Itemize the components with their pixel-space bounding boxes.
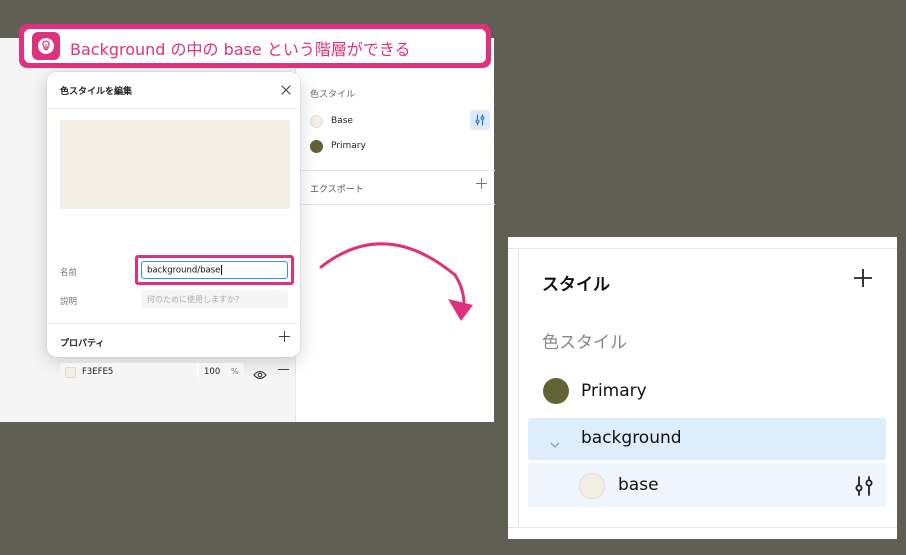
minus-icon[interactable] bbox=[278, 364, 289, 378]
base-swatch bbox=[310, 114, 323, 128]
divider bbox=[47, 108, 300, 109]
plus-icon[interactable] bbox=[852, 267, 874, 289]
callout-banner-inner: Background の中の base という階層ができる bbox=[24, 29, 486, 63]
color-preview bbox=[60, 120, 290, 209]
callout-banner: Background の中の base という階層ができる bbox=[19, 24, 491, 68]
close-icon[interactable] bbox=[279, 82, 293, 96]
divider bbox=[508, 248, 897, 249]
style-item-label: Primary bbox=[331, 141, 366, 151]
plus-icon[interactable] bbox=[279, 331, 290, 345]
callout-text: Background の中の base という階層ができる bbox=[70, 40, 411, 59]
separator bbox=[197, 363, 198, 381]
style-item-base[interactable]: base bbox=[528, 463, 886, 507]
divider bbox=[296, 170, 495, 171]
description-label: 説明 bbox=[60, 297, 78, 307]
eye-icon[interactable] bbox=[253, 366, 267, 380]
export-heading: エクスポート bbox=[310, 185, 364, 195]
style-item-primary[interactable]: Primary bbox=[310, 139, 366, 153]
properties-heading: プロパティ bbox=[60, 339, 105, 349]
primary-swatch[interactable] bbox=[543, 378, 569, 404]
primary-swatch bbox=[310, 139, 323, 153]
property-swatch[interactable] bbox=[65, 367, 76, 378]
chevron-down-icon[interactable] bbox=[550, 434, 560, 448]
name-field-highlight bbox=[135, 255, 294, 285]
group-label: background bbox=[581, 428, 682, 448]
divider bbox=[518, 249, 519, 527]
curved-arrow bbox=[319, 242, 473, 321]
percent-sign: % bbox=[231, 367, 239, 376]
base-swatch bbox=[579, 473, 605, 499]
dialog-title: 色スタイルを編集 bbox=[60, 87, 133, 97]
zoomed-styles-panel: スタイル 色スタイル Primary background base bbox=[508, 237, 897, 539]
opacity-value[interactable]: 100 bbox=[204, 367, 220, 377]
adjust-icon[interactable] bbox=[853, 475, 875, 497]
plus-icon[interactable] bbox=[476, 178, 487, 192]
hex-value[interactable]: F3EFE5 bbox=[82, 367, 113, 377]
style-group-background[interactable]: background bbox=[528, 418, 886, 460]
divider bbox=[296, 204, 495, 205]
divider bbox=[508, 527, 897, 528]
color-styles-heading: 色スタイル bbox=[310, 90, 356, 100]
color-property-row[interactable]: F3EFE5 100 % bbox=[60, 363, 244, 381]
styles-panel: 色スタイル Base Primary エクスポート bbox=[295, 38, 495, 422]
style-item-base[interactable]: Base bbox=[310, 114, 353, 128]
lightbulb-icon bbox=[32, 32, 60, 60]
name-label: 名前 bbox=[60, 268, 78, 278]
divider bbox=[47, 323, 300, 324]
description-input[interactable]: 何のために使用しますか? bbox=[141, 290, 288, 308]
edit-color-style-dialog: 色スタイルを編集 名前 background/base 説明 何のために使用しま… bbox=[47, 72, 300, 381]
style-item-label: base bbox=[618, 475, 659, 495]
style-item-primary[interactable]: Primary bbox=[581, 381, 647, 401]
style-item-label: Base bbox=[331, 116, 353, 126]
styles-heading: スタイル bbox=[542, 275, 610, 295]
adjust-icon[interactable] bbox=[470, 110, 490, 130]
color-styles-heading: 色スタイル bbox=[542, 333, 627, 353]
